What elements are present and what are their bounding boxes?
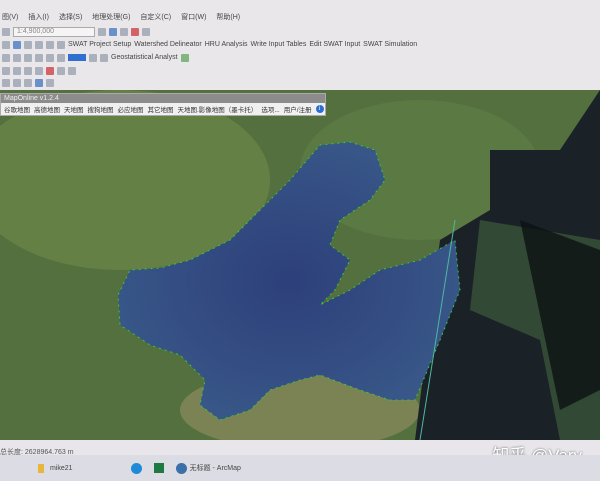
maponline-title: MapOnline v1.2.4 — [1, 94, 325, 103]
maponline-panel: MapOnline v1.2.4 谷歌地图 高德地图 天地图 搜狗地图 必应地图… — [0, 93, 326, 116]
satellite-imagery — [0, 90, 600, 440]
add-data-icon[interactable] — [2, 27, 10, 36]
editor-icon[interactable] — [98, 27, 106, 36]
edge-icon[interactable] — [130, 462, 142, 474]
tool-icon[interactable] — [57, 53, 65, 62]
swat-simulation[interactable]: SWAT Simulation — [363, 41, 417, 48]
tool-icon[interactable] — [46, 53, 54, 62]
globe-icon[interactable] — [46, 66, 54, 75]
tool-icon[interactable] — [2, 66, 10, 75]
catalog-icon[interactable] — [120, 27, 128, 36]
edit-swat-input[interactable]: Edit SWAT Input — [309, 41, 360, 48]
tool-icon[interactable] — [35, 53, 43, 62]
sogou-map-dropdown[interactable]: 搜狗地图 — [88, 104, 114, 114]
color-swatch[interactable] — [68, 54, 86, 61]
tool-icon[interactable] — [2, 78, 10, 87]
tool-icon[interactable] — [24, 66, 32, 75]
tool-icon[interactable] — [2, 53, 10, 62]
user-register-button[interactable]: 用户/注册 — [284, 104, 312, 114]
scale-input[interactable]: 1:4,900,000 — [13, 26, 95, 37]
taskbar: mike21 无标题 - ArcMap — [0, 455, 600, 481]
other-map-dropdown[interactable]: 其它地图 — [148, 104, 174, 114]
options-button[interactable]: 选项... — [261, 104, 279, 114]
map-view[interactable] — [0, 90, 600, 440]
layer-select[interactable]: 天地图.影像地图（墨卡托） — [178, 104, 258, 114]
table-icon[interactable] — [109, 27, 117, 36]
tool-icon[interactable] — [35, 66, 43, 75]
menu-select[interactable]: 选择(S) — [59, 12, 82, 22]
bing-map-dropdown[interactable]: 必应地图 — [118, 104, 144, 114]
write-input-tables[interactable]: Write Input Tables — [251, 41, 307, 48]
taskbar-arcmap[interactable]: 无标题 - ArcMap — [190, 463, 241, 473]
gaode-map-dropdown[interactable]: 高德地图 — [34, 104, 60, 114]
html-popup-icon[interactable] — [57, 40, 65, 49]
menu-geoprocessing[interactable]: 地理处理(G) — [92, 12, 130, 22]
standard-toolbar: 1:4,900,000 — [0, 25, 150, 38]
arcmap-icon[interactable] — [175, 462, 187, 474]
excel-icon[interactable] — [153, 463, 164, 473]
menu-window[interactable]: 窗口(W) — [181, 12, 206, 22]
python-icon[interactable] — [142, 27, 150, 36]
tool-icon[interactable] — [24, 78, 32, 87]
measure-icon[interactable] — [35, 40, 43, 49]
hru-analysis[interactable]: HRU Analysis — [205, 41, 248, 48]
geostat-toolbar: Geostatistical Analyst — [0, 51, 189, 64]
menu-view[interactable]: 图(V) — [2, 12, 18, 22]
watershed-delineator[interactable]: Watershed Delineator — [134, 41, 201, 48]
info-icon[interactable]: i — [315, 105, 324, 113]
tool-icon[interactable] — [35, 78, 43, 87]
select-icon[interactable] — [2, 40, 10, 49]
tool-icon[interactable] — [24, 53, 32, 62]
menu-bar: 图(V) 插入(I) 选择(S) 地理处理(G) 自定义(C) 窗口(W) 帮助… — [0, 10, 240, 24]
tianditu-dropdown[interactable]: 天地图 — [64, 104, 84, 114]
taskbar-folder[interactable]: mike21 — [50, 465, 73, 472]
tool-icon[interactable] — [68, 66, 76, 75]
geostat-icon[interactable] — [180, 53, 189, 62]
identify-icon[interactable] — [13, 40, 21, 49]
menu-help[interactable]: 帮助(H) — [216, 12, 240, 22]
hyperlink-icon[interactable] — [46, 40, 54, 49]
geostatistical-analyst[interactable]: Geostatistical Analyst — [111, 54, 178, 61]
toolbox-icon[interactable] — [131, 27, 139, 36]
tool-icon[interactable] — [13, 53, 21, 62]
draw-toolbar — [0, 76, 54, 89]
swat-toolbar: SWAT Project Setup Watershed Delineator … — [0, 38, 417, 51]
folder-icon — [38, 463, 44, 473]
tool-icon[interactable] — [100, 53, 108, 62]
tool-icon[interactable] — [57, 66, 65, 75]
menu-insert[interactable]: 插入(I) — [28, 12, 49, 22]
tool-icon[interactable] — [46, 78, 54, 87]
google-map-dropdown[interactable]: 谷歌地图 — [4, 104, 30, 114]
find-icon[interactable] — [24, 40, 32, 49]
swat-project-setup[interactable]: SWAT Project Setup — [68, 41, 131, 48]
menu-customize[interactable]: 自定义(C) — [140, 12, 171, 22]
tool-icon[interactable] — [13, 78, 21, 87]
tool-icon[interactable] — [13, 66, 21, 75]
tool-icon[interactable] — [89, 53, 97, 62]
